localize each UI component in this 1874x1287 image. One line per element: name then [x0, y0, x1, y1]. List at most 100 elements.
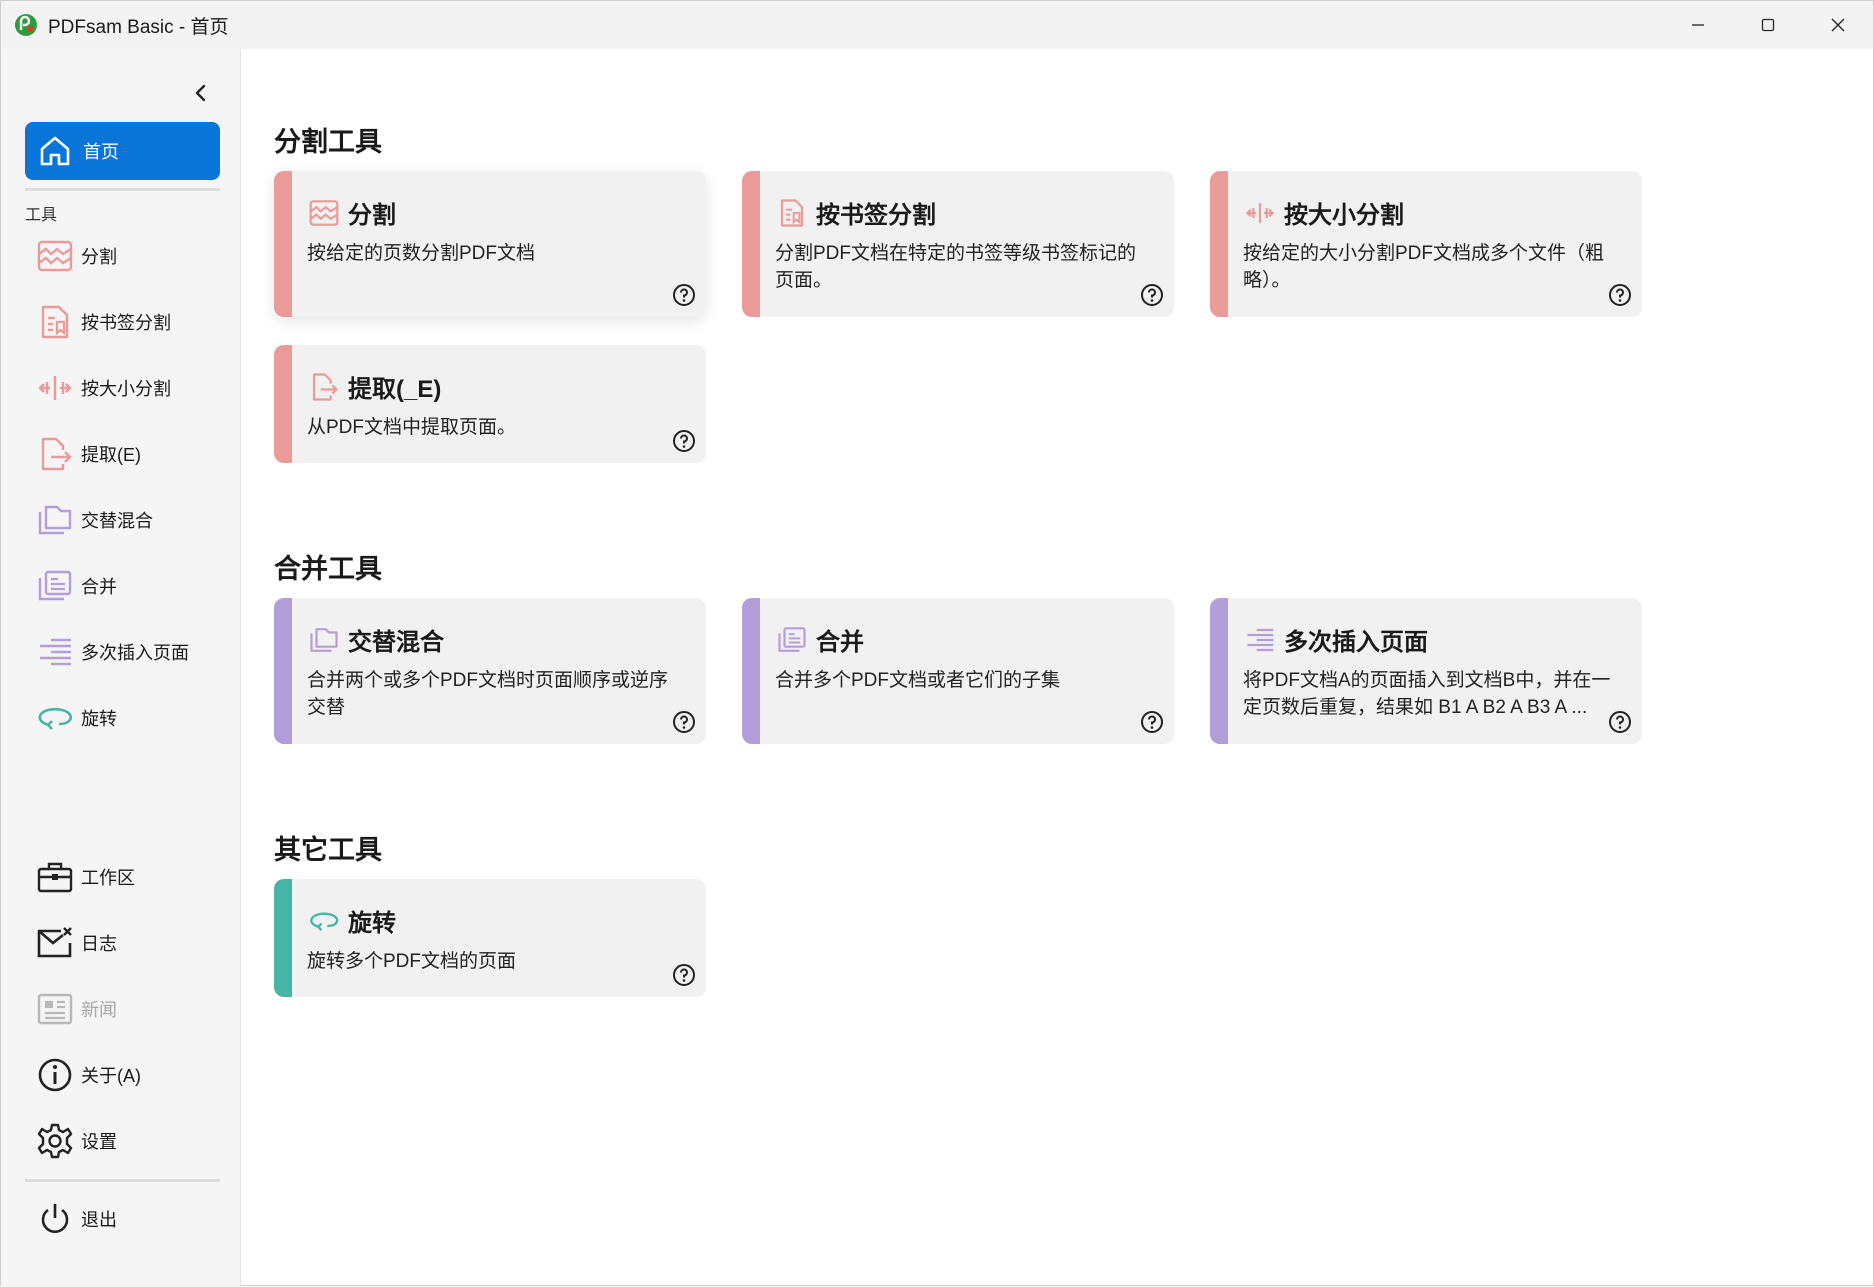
maximize-button[interactable]	[1733, 1, 1803, 49]
extract-icon	[35, 434, 75, 474]
card-insert-pages[interactable]: 多次插入页面 将PDF文档A的页面插入到文档B中，并在一定页数后重复，结果如 B…	[1210, 598, 1642, 744]
sidebar-item-insert-pages[interactable]: 多次插入页面	[35, 630, 225, 674]
info-icon	[35, 1055, 75, 1095]
sidebar-item-split[interactable]: 分割	[35, 234, 225, 278]
tools-section-label: 工具	[25, 207, 58, 224]
main-content: 分割工具 分割 按给定的页数分割PDF文档 按书签分割 分割PDF文档在特定的书…	[242, 49, 1873, 1285]
extract-icon	[308, 371, 340, 403]
split-icon	[35, 236, 75, 276]
card-description: 合并多个PDF文档或者它们的子集	[775, 670, 1061, 691]
help-icon[interactable]	[672, 283, 696, 307]
help-icon[interactable]	[1140, 283, 1164, 307]
card-accent	[274, 879, 292, 997]
minimize-button[interactable]	[1663, 1, 1733, 49]
help-icon[interactable]	[672, 963, 696, 987]
minimize-icon	[1692, 24, 1704, 26]
title-bar: PDFsam Basic - 首页	[1, 1, 1873, 49]
sidebar-item-label: 合并	[81, 577, 117, 597]
card-description: 从PDF文档中提取页面。	[307, 417, 517, 438]
card-description: 按给定的页数分割PDF文档	[307, 243, 536, 264]
help-icon[interactable]	[672, 710, 696, 734]
sidebar-item-label: 工作区	[81, 868, 135, 888]
card-accent	[742, 171, 760, 317]
rotate-icon	[308, 905, 340, 937]
sidebar-item-label: 新闻	[81, 1000, 117, 1020]
divider	[25, 188, 220, 191]
sidebar-item-log[interactable]: 日志	[35, 921, 225, 965]
card-accent	[274, 598, 292, 744]
window-title: PDFsam Basic - 首页	[48, 16, 229, 38]
merge-icon	[776, 624, 808, 656]
collapse-sidebar-button[interactable]	[189, 81, 213, 105]
sidebar-item-settings[interactable]: 设置	[35, 1119, 225, 1163]
group-title-split: 分割工具	[274, 127, 382, 157]
card-title: 交替混合	[348, 629, 444, 656]
sidebar-item-label: 首页	[83, 142, 119, 162]
sidebar-item-news[interactable]: 新闻	[35, 987, 225, 1031]
help-icon[interactable]	[1140, 710, 1164, 734]
sidebar-item-label: 按书签分割	[81, 313, 171, 333]
sidebar-item-label: 退出	[81, 1210, 117, 1230]
card-description: 分割PDF文档在特定的书签等级书签标记的页面。	[775, 243, 1137, 291]
chevron-left-icon	[195, 84, 206, 102]
window-controls	[1663, 1, 1873, 49]
help-icon[interactable]	[672, 429, 696, 453]
card-title: 合并	[816, 629, 864, 656]
sidebar-item-label: 按大小分割	[81, 379, 171, 399]
rotate-icon	[35, 698, 75, 738]
card-accent	[274, 171, 292, 317]
bookmark-split-icon	[776, 197, 808, 229]
help-icon[interactable]	[1608, 710, 1632, 734]
card-header: 合并	[776, 622, 864, 657]
card-title: 提取(_E)	[348, 376, 442, 403]
sidebar-item-alternate-mix[interactable]: 交替混合	[35, 498, 225, 542]
insert-pages-icon	[35, 632, 75, 672]
size-split-icon	[35, 368, 75, 408]
group-title-other: 其它工具	[274, 835, 382, 865]
sidebar-item-workspace[interactable]: 工作区	[35, 855, 225, 899]
card-accent	[1210, 598, 1228, 744]
divider	[25, 1179, 220, 1182]
sidebar-item-home[interactable]: 首页	[25, 122, 220, 180]
card-header: 提取(_E)	[308, 369, 441, 404]
card-extract[interactable]: 提取(_E) 从PDF文档中提取页面。	[274, 345, 706, 463]
sidebar-item-bookmark-split[interactable]: 按书签分割	[35, 300, 225, 344]
news-icon	[35, 989, 75, 1029]
power-icon	[35, 1199, 75, 1239]
sidebar-item-exit[interactable]: 退出	[35, 1197, 225, 1241]
help-icon[interactable]	[1608, 283, 1632, 307]
sidebar-item-label: 设置	[81, 1132, 117, 1152]
home-icon	[37, 133, 73, 169]
card-title: 分割	[348, 202, 396, 229]
pdfsam-logo-icon	[13, 12, 39, 38]
app-window: PDFsam Basic - 首页 首页 工具 分割 按书签分割 按大小分割 提…	[0, 0, 1874, 1287]
card-split[interactable]: 分割 按给定的页数分割PDF文档	[274, 171, 706, 317]
card-alternate-mix[interactable]: 交替混合 合并两个或多个PDF文档时页面顺序或逆序交替	[274, 598, 706, 744]
alternate-mix-icon	[35, 500, 75, 540]
card-accent	[742, 598, 760, 744]
card-header: 分割	[308, 195, 396, 230]
sidebar-item-merge[interactable]: 合并	[35, 564, 225, 608]
card-description: 将PDF文档A的页面插入到文档B中，并在一定页数后重复，结果如 B1 A B2 …	[1243, 670, 1611, 718]
briefcase-icon	[35, 857, 75, 897]
card-merge[interactable]: 合并 合并多个PDF文档或者它们的子集	[742, 598, 1174, 744]
close-button[interactable]	[1803, 1, 1873, 49]
sidebar-item-about[interactable]: 关于(A)	[35, 1053, 225, 1097]
maximize-icon	[1761, 18, 1775, 32]
sidebar-item-extract[interactable]: 提取(E)	[35, 432, 225, 476]
card-header: 多次插入页面	[1244, 622, 1428, 657]
gear-icon	[35, 1121, 75, 1161]
card-bookmark-split[interactable]: 按书签分割 分割PDF文档在特定的书签等级书签标记的页面。	[742, 171, 1174, 317]
card-header: 交替混合	[308, 622, 444, 657]
sidebar-item-size-split[interactable]: 按大小分割	[35, 366, 225, 410]
card-size-split[interactable]: 按大小分割 按给定的大小分割PDF文档成多个文件（粗略）。	[1210, 171, 1642, 317]
sidebar-item-label: 关于(A)	[81, 1066, 141, 1086]
card-rotate[interactable]: 旋转 旋转多个PDF文档的页面	[274, 879, 706, 997]
card-header: 按大小分割	[1244, 195, 1404, 230]
sidebar-item-label: 分割	[81, 247, 117, 267]
card-description: 旋转多个PDF文档的页面	[307, 951, 517, 972]
sidebar-item-rotate[interactable]: 旋转	[35, 696, 225, 740]
log-mail-icon	[35, 923, 75, 963]
sidebar-item-label: 日志	[81, 934, 117, 954]
card-accent	[1210, 171, 1228, 317]
